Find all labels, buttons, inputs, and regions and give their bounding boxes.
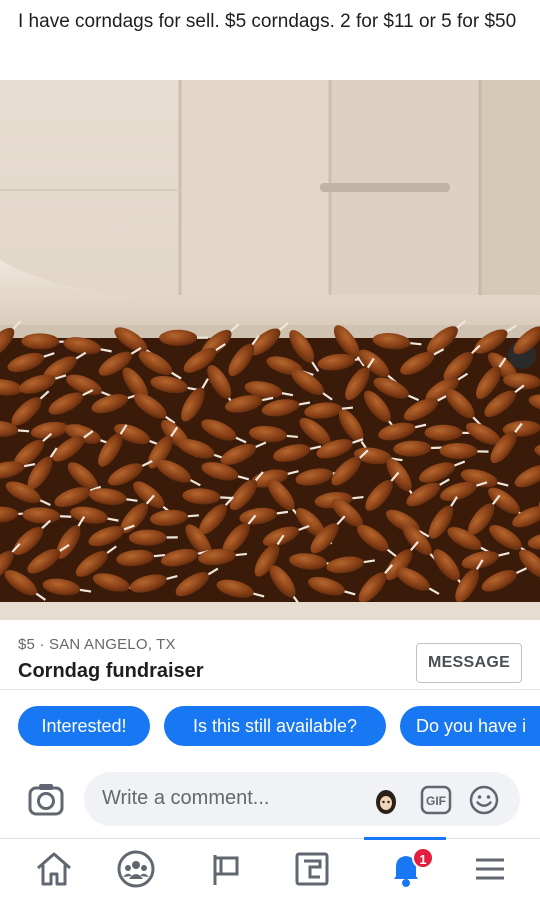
comment-bar: Write a comment... GIF <box>0 770 540 828</box>
quick-reply-interested[interactable]: Interested! <box>18 706 150 746</box>
active-tab-indicator <box>364 837 446 840</box>
quick-reply-do-you-have[interactable]: Do you have i <box>400 706 540 746</box>
comment-input[interactable]: Write a comment... GIF <box>84 772 520 826</box>
quick-reply-still-available[interactable]: Is this still available? <box>164 706 386 746</box>
emoji-icon[interactable] <box>468 784 500 816</box>
comment-placeholder: Write a comment... <box>102 787 270 809</box>
home-icon <box>37 852 71 886</box>
avatar-sticker-icon[interactable] <box>370 784 402 816</box>
nav-menu[interactable] <box>460 847 520 893</box>
quick-reply-chips: Interested! Is this still available? Do … <box>0 706 540 746</box>
gif-label: GIF <box>426 794 446 808</box>
pages-flag-icon <box>213 855 239 885</box>
gif-icon[interactable]: GIF <box>420 784 452 816</box>
message-button[interactable]: MESSAGE <box>416 643 522 683</box>
nav-home[interactable] <box>24 847 84 893</box>
nav-pages[interactable] <box>196 847 256 893</box>
nav-notifications[interactable]: 1 <box>376 847 436 893</box>
post-photo[interactable] <box>0 80 540 620</box>
nav-groups[interactable] <box>106 847 166 893</box>
marketplace-listing[interactable]: $5 · SAN ANGELO, TX Corndag fundraiser M… <box>0 620 540 690</box>
notifications-badge: 1 <box>412 847 434 869</box>
camera-icon[interactable] <box>26 780 66 820</box>
post-text: I have corndags for sell. $5 corndags. 2… <box>18 11 517 32</box>
menu-icon <box>476 858 504 880</box>
bottom-nav-bar: 1 <box>0 837 540 899</box>
groups-icon <box>117 850 155 888</box>
listing-price-location: $5 · SAN ANGELO, TX <box>18 636 176 653</box>
news-feed-icon <box>295 852 329 886</box>
nav-news-feed[interactable] <box>282 847 342 893</box>
corndogs-in-bathtub-image <box>0 80 540 620</box>
listing-title[interactable]: Corndag fundraiser <box>18 660 204 683</box>
